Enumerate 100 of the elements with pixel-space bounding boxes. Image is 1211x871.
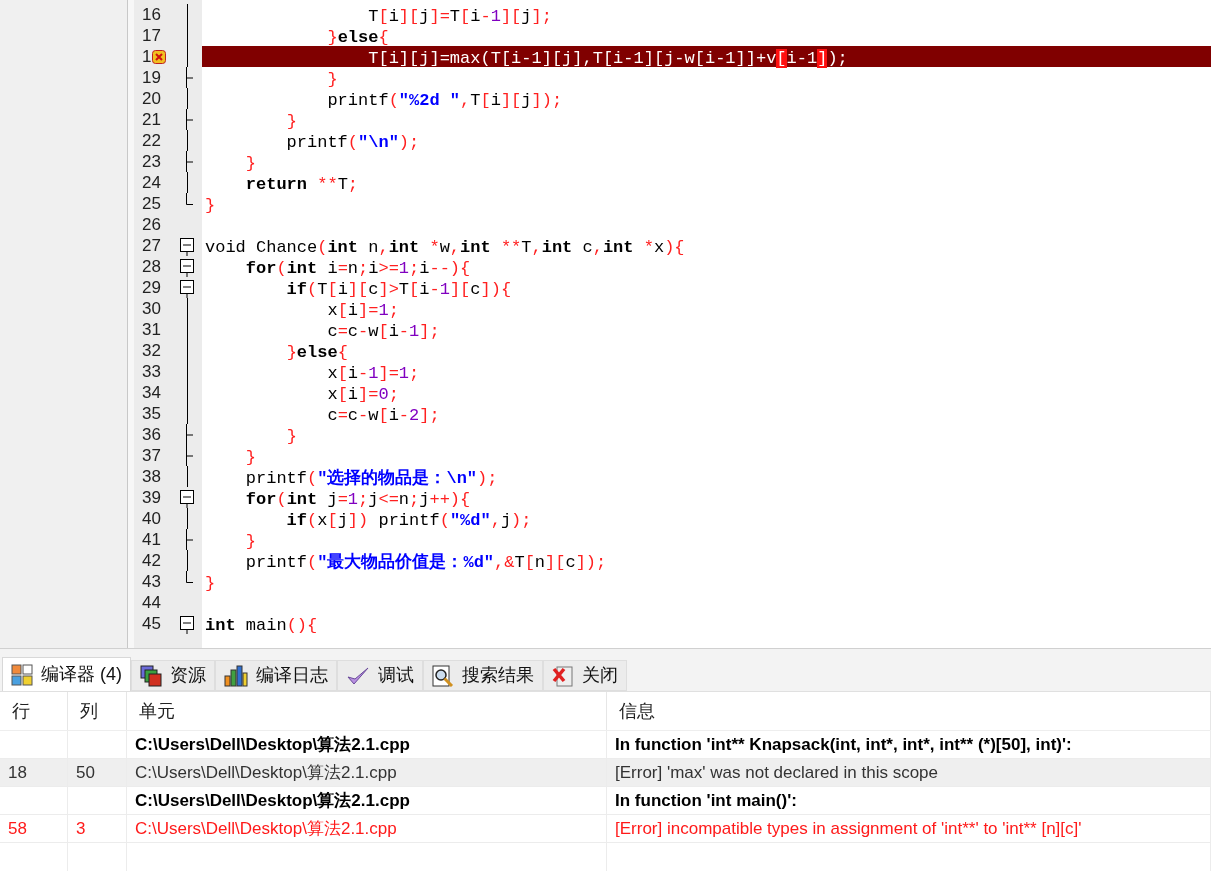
table-cell-text: 3 — [76, 817, 86, 840]
table-cell-text: In function 'int** Knapsack(int, int*, int*, int** (*)[50], int)': — [615, 733, 1072, 756]
message-row[interactable]: 58 3 C:\Users\Dell\Desktop\算法2.1.cpp [Error] incompatible types in assignment of 'int**' to 'int** [n][c]' — [0, 815, 1211, 843]
line-number: 20 — [142, 88, 161, 109]
fold-toggle-icon[interactable] — [180, 487, 194, 508]
panel-tab[interactable]: 编译器 (4) — [2, 657, 131, 691]
column-header: 信息 — [619, 699, 655, 723]
fold-line — [186, 508, 188, 529]
code-line: }else{ — [285, 343, 348, 362]
code-line: int main(){ — [205, 616, 318, 635]
line-number: 32 — [142, 340, 161, 361]
code-line: x[i]=0; — [326, 385, 399, 404]
line-number: 30 — [142, 298, 161, 319]
line-number: 33 — [142, 361, 161, 382]
close-icon — [552, 664, 574, 687]
code-line: if(x[j]) printf("%d",j); — [285, 511, 532, 530]
table-cell-text: C:\Users\Dell\Desktop\算法2.1.cpp — [135, 817, 397, 840]
fold-end-mark — [186, 151, 193, 172]
fold-end-mark — [186, 571, 193, 583]
line-number: 38 — [142, 466, 161, 487]
table-cell-text: [Error] incompatible types in assignment of 'int**' to 'int** [n][c]' — [615, 817, 1082, 840]
column-header: 列 — [80, 699, 98, 723]
line-number: 35 — [142, 403, 161, 424]
windows-icon — [140, 664, 162, 687]
fold-line — [186, 88, 188, 109]
line-number: 29 — [142, 277, 161, 298]
line-number: 23 — [142, 151, 161, 172]
line-number: 22 — [142, 130, 161, 151]
fold-toggle-icon[interactable] — [180, 256, 194, 277]
fold-end-mark — [186, 193, 193, 205]
code-line: } — [205, 574, 216, 593]
line-number: 26 — [142, 214, 161, 235]
code-line: } — [244, 154, 256, 173]
grid-icon — [11, 663, 33, 686]
line-number: 36 — [142, 424, 161, 445]
table-cell-text: C:\Users\Dell\Desktop\算法2.1.cpp — [135, 761, 397, 784]
code-line: } — [244, 532, 256, 551]
code-line: printf("选择的物品是：\n"); — [244, 469, 498, 488]
fold-line — [186, 550, 188, 571]
table-cell-text: C:\Users\Dell\Desktop\算法2.1.cpp — [135, 733, 410, 756]
line-number: 42 — [142, 550, 161, 571]
table-cell-text: 18 — [8, 761, 27, 784]
code-line: c=c-w[i-1]; — [326, 322, 440, 341]
code-line: } — [285, 427, 297, 446]
message-row[interactable]: 18 50 C:\Users\Dell\Desktop\算法2.1.cpp [Error] 'max' was not declared in this scope — [0, 759, 1211, 787]
column-header: 行 — [12, 699, 30, 723]
code-line: } — [285, 112, 297, 131]
line-number: 40 — [142, 508, 161, 529]
code-line: printf("最大物品价值是：%d",&T[n][c]); — [244, 553, 607, 572]
code-line: void Chance(int n,int *w,int **T,int c,int *x){ — [205, 238, 685, 257]
code-line: x[i-1]=1; — [326, 364, 420, 383]
panel-tab[interactable]: 编译日志 — [215, 660, 337, 691]
bar-chart-icon — [224, 664, 248, 687]
search-icon — [432, 664, 454, 687]
line-number: 27 — [142, 235, 161, 256]
fold-end-mark — [186, 529, 193, 550]
code-line: for(int j=1;j<=n;j++){ — [244, 490, 471, 509]
fold-end-mark — [186, 67, 193, 88]
code-line: for(int i=n;i>=1;i--){ — [244, 259, 471, 278]
code-line: } — [326, 70, 338, 89]
line-number: 39 — [142, 487, 161, 508]
fold-line — [186, 130, 188, 151]
code-line: x[i]=1; — [326, 301, 399, 320]
line-number: 1 — [142, 46, 152, 67]
line-number: 43 — [142, 571, 161, 592]
panel-tab[interactable]: 关闭 — [543, 660, 627, 691]
code-line: } — [244, 448, 256, 467]
fold-end-mark — [186, 109, 193, 130]
message-row[interactable]: C:\Users\Dell\Desktop\算法2.1.cpp In function 'int** Knapsack(int, int*, int*, int** (*)[50], int)': — [0, 731, 1211, 759]
code-line: if(T[i][c]>T[i-1][c]){ — [285, 280, 512, 299]
table-cell-text: 50 — [76, 761, 95, 784]
fold-toggle-icon[interactable] — [180, 613, 194, 634]
code-line: T[i][j]=T[i-1][j]; — [367, 7, 552, 26]
line-number: 41 — [142, 529, 161, 550]
line-number: 45 — [142, 613, 161, 634]
line-number: 34 — [142, 382, 161, 403]
line-number: 17 — [142, 25, 161, 46]
panel-tab[interactable]: 搜索结果 — [423, 660, 543, 691]
fold-toggle-icon[interactable] — [180, 277, 194, 298]
code-line: } — [205, 196, 216, 215]
fold-toggle-icon[interactable] — [180, 235, 194, 256]
fold-line — [186, 466, 188, 487]
code-line: c=c-w[i-2]; — [326, 406, 440, 425]
column-header: 单元 — [139, 699, 175, 723]
message-row[interactable]: C:\Users\Dell\Desktop\算法2.1.cpp In function 'int main()': — [0, 787, 1211, 815]
table-cell-text: In function 'int main()': — [615, 789, 797, 812]
code-line: return **T; — [244, 175, 359, 194]
line-number: 24 — [142, 172, 161, 193]
line-number: 37 — [142, 445, 161, 466]
panel-tab[interactable]: 调试 — [337, 660, 423, 691]
table-cell-text: 58 — [8, 817, 27, 840]
line-number: 19 — [142, 67, 161, 88]
table-cell-text: C:\Users\Dell\Desktop\算法2.1.cpp — [135, 789, 410, 812]
line-number: 31 — [142, 319, 161, 340]
line-number: 28 — [142, 256, 161, 277]
line-number: 25 — [142, 193, 161, 214]
panel-tab[interactable]: 资源 — [131, 660, 215, 691]
table-cell-text: [Error] 'max' was not declared in this scope — [615, 761, 939, 784]
line-number: 21 — [142, 109, 161, 130]
line-number: 16 — [142, 4, 161, 25]
